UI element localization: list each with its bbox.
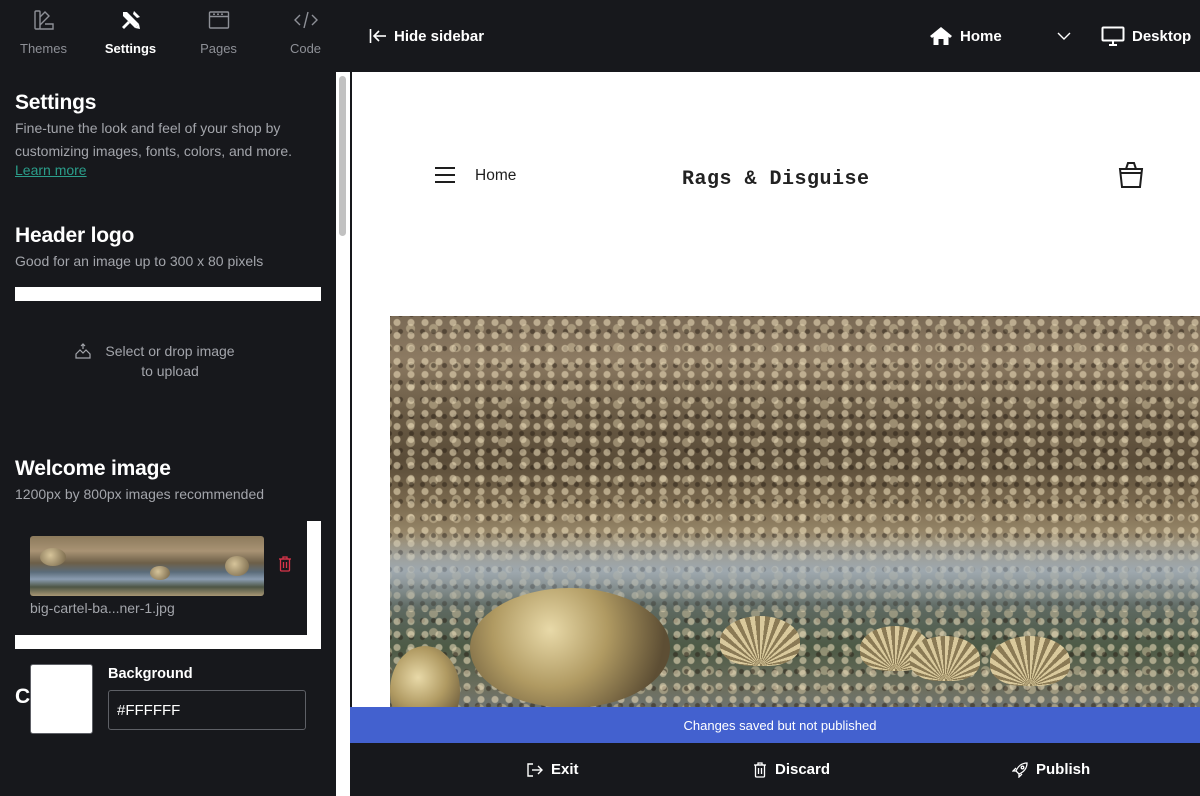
- topbar: Hide sidebar Home Desktop: [350, 0, 1200, 72]
- device-selector-label: Desktop: [1132, 27, 1192, 45]
- code-icon: [262, 9, 349, 31]
- save-status-banner: Changes saved but not published: [350, 707, 1200, 743]
- upload-image-icon: [75, 343, 91, 364]
- chevron-down-icon: [1057, 32, 1071, 40]
- store-name[interactable]: Rags & Disguise: [682, 168, 870, 191]
- collapse-left-icon: [369, 29, 386, 43]
- publish-button[interactable]: Publish: [1012, 743, 1090, 796]
- tab-settings-label: Settings: [104, 41, 157, 56]
- sidebar-tabs: Themes Settings Pages Code: [0, 0, 350, 72]
- welcome-image-inner: big-cartel-ba...ner-1.jpg: [15, 521, 307, 635]
- store-nav-home[interactable]: Home: [475, 167, 516, 185]
- background-color-label: Background: [108, 666, 193, 682]
- exit-label: Exit: [551, 761, 579, 778]
- home-icon: [930, 27, 952, 45]
- page-selector-label: Home: [960, 27, 1002, 45]
- discard-button[interactable]: Discard: [753, 743, 830, 796]
- sidebar-scrollbar[interactable]: [336, 72, 350, 796]
- exit-button[interactable]: Exit: [527, 743, 579, 796]
- settings-tools-icon: [87, 9, 174, 31]
- welcome-image-thumbnail[interactable]: [30, 536, 264, 596]
- delete-image-icon[interactable]: [278, 556, 292, 577]
- themes-icon: [0, 9, 87, 31]
- store-header: Home Rags & Disguise: [352, 72, 1200, 312]
- background-color-input[interactable]: [108, 690, 306, 730]
- header-logo-dropzone[interactable]: Select or drop image to upload: [15, 287, 321, 402]
- welcome-image-card: big-cartel-ba...ner-1.jpg: [15, 521, 321, 649]
- learn-more-link[interactable]: Learn more: [15, 162, 87, 178]
- welcome-image-filename: big-cartel-ba...ner-1.jpg: [30, 600, 175, 616]
- hide-sidebar-label: Hide sidebar: [394, 27, 485, 45]
- header-logo-title: Header logo: [15, 224, 135, 247]
- background-color-swatch[interactable]: [30, 664, 93, 734]
- pages-icon: [175, 9, 262, 31]
- store-preview: Home Rags & Disguise: [350, 72, 1200, 742]
- tab-themes[interactable]: Themes: [0, 0, 87, 72]
- page-dropdown-toggle[interactable]: [1057, 0, 1078, 72]
- bottom-action-bar: Exit Discard Publish: [350, 743, 1200, 796]
- tab-settings[interactable]: Settings: [87, 0, 174, 72]
- welcome-hero-image: [390, 316, 1200, 742]
- tab-code-label: Code: [289, 41, 322, 56]
- tab-code[interactable]: Code: [262, 0, 349, 72]
- tab-themes-label: Themes: [20, 41, 67, 56]
- page-selector[interactable]: Home: [929, 0, 1002, 72]
- desktop-monitor-icon: [1101, 26, 1125, 46]
- header-logo-description: Good for an image up to 300 x 80 pixels: [15, 253, 264, 269]
- sidebar-scrollbar-thumb[interactable]: [339, 76, 346, 236]
- shopping-bag-icon[interactable]: [1118, 161, 1144, 194]
- settings-description: Fine-tune the look and feel of your shop…: [15, 120, 293, 159]
- discard-label: Discard: [775, 761, 831, 778]
- exit-arrow-icon: [527, 762, 543, 777]
- trash-icon: [754, 761, 766, 778]
- hide-sidebar-button[interactable]: Hide sidebar: [369, 0, 484, 72]
- tab-pages-label: Pages: [200, 41, 237, 56]
- device-selector[interactable]: Desktop: [1101, 0, 1191, 72]
- rocket-icon: [1012, 761, 1028, 778]
- welcome-image-description: 1200px by 800px images recommended: [15, 486, 265, 502]
- sidebar: Themes Settings Pages Code Settings Fine…: [0, 0, 350, 796]
- welcome-image-title: Welcome image: [15, 457, 171, 480]
- publish-label: Publish: [1036, 761, 1091, 778]
- dropzone-label: Select or drop image to upload: [105, 343, 235, 379]
- settings-title: Settings: [15, 91, 97, 114]
- hamburger-menu-icon[interactable]: [434, 166, 456, 189]
- tab-pages[interactable]: Pages: [175, 0, 262, 72]
- editor-app: Themes Settings Pages Code Settings Fine…: [0, 0, 1200, 796]
